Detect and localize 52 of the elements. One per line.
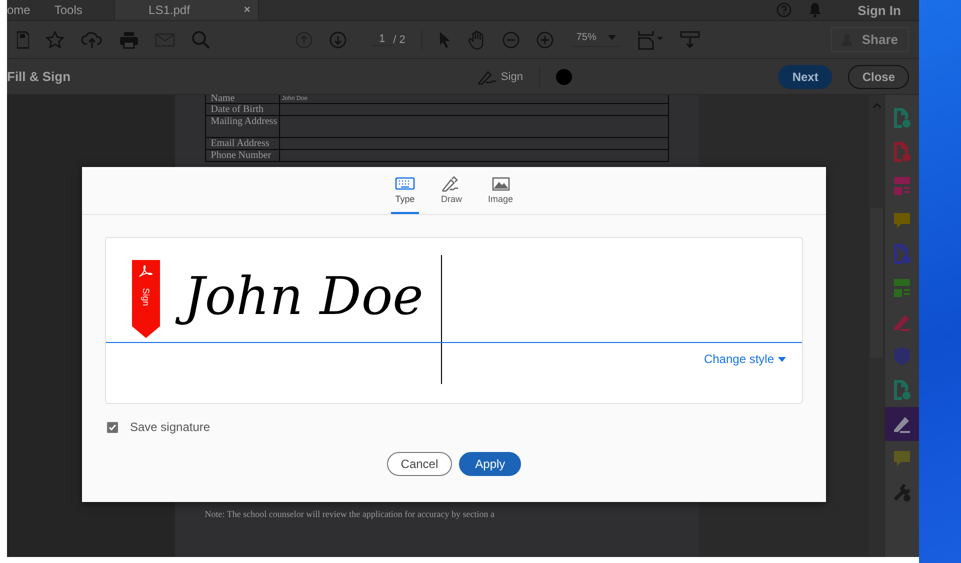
upload-cloud-icon[interactable] xyxy=(81,30,103,48)
cancel-button[interactable]: Cancel xyxy=(386,452,452,476)
search-icon[interactable] xyxy=(191,30,211,50)
scrollbar[interactable] xyxy=(869,95,884,557)
signature-mode-tab[interactable]: Type xyxy=(390,167,419,214)
zoom-dropdown[interactable]: 75% xyxy=(572,32,620,47)
pen-icon xyxy=(476,68,497,84)
caret-icon xyxy=(608,35,616,40)
page-total: / 2 xyxy=(393,34,406,46)
keyboard-icon xyxy=(394,176,415,192)
color-picker[interactable] xyxy=(556,68,572,84)
document-note: Note: The school counselor will review the application for accuracy by section a xyxy=(204,509,496,519)
close-tab-button[interactable]: × xyxy=(244,4,250,16)
zoom-in-icon[interactable] xyxy=(536,30,554,48)
checkbox-label: Save signature xyxy=(130,420,210,434)
tab[interactable]: LS1.pdf × xyxy=(114,0,260,20)
field-label: Date of Birth xyxy=(206,104,280,115)
zoom-out-icon[interactable] xyxy=(502,30,520,48)
signature-mode-tab[interactable]: Image xyxy=(484,167,518,214)
image-icon xyxy=(490,176,510,192)
page-number-field[interactable]: 1 xyxy=(371,33,394,46)
tool-title: Fill & Sign xyxy=(7,69,71,84)
next-button[interactable]: Next xyxy=(778,64,832,88)
close-button[interactable]: Close xyxy=(848,64,910,88)
typed-signature[interactable]: John Doe xyxy=(170,258,436,336)
scroll-up-icon[interactable] xyxy=(872,103,881,108)
arrow-down-icon[interactable] xyxy=(329,30,347,48)
field-label: Email Address xyxy=(206,138,280,149)
star-icon[interactable] xyxy=(45,30,65,50)
save-checkbox[interactable] xyxy=(107,422,118,432)
scroll-mode-icon[interactable] xyxy=(680,30,700,48)
tool-button[interactable] xyxy=(885,407,920,441)
share-button[interactable]: Share xyxy=(830,27,909,52)
apply-button[interactable]: Apply xyxy=(459,452,522,476)
change-style-link[interactable]: Change style xyxy=(704,352,786,366)
sign-tool-button[interactable]: Sign xyxy=(476,68,523,84)
fit-page-icon[interactable] xyxy=(638,30,664,50)
field-label: Mailing Address xyxy=(206,116,280,137)
bell-icon[interactable] xyxy=(808,2,822,18)
sign-badge: Sign xyxy=(132,260,160,338)
signature-mode-tab[interactable]: Draw xyxy=(436,167,466,214)
cursor-icon[interactable] xyxy=(438,30,452,48)
save-icon[interactable] xyxy=(17,30,29,48)
field-label: Name xyxy=(206,95,280,103)
tab[interactable]: ome xyxy=(7,0,42,20)
caret-icon xyxy=(778,356,786,362)
print-icon[interactable] xyxy=(119,30,139,48)
document-logo-icon xyxy=(139,264,153,278)
sign-in-link[interactable]: Sign In xyxy=(858,2,901,18)
field-label: Phone Number xyxy=(206,150,280,161)
tab[interactable]: Tools xyxy=(42,0,94,20)
help-icon[interactable] xyxy=(776,2,792,18)
